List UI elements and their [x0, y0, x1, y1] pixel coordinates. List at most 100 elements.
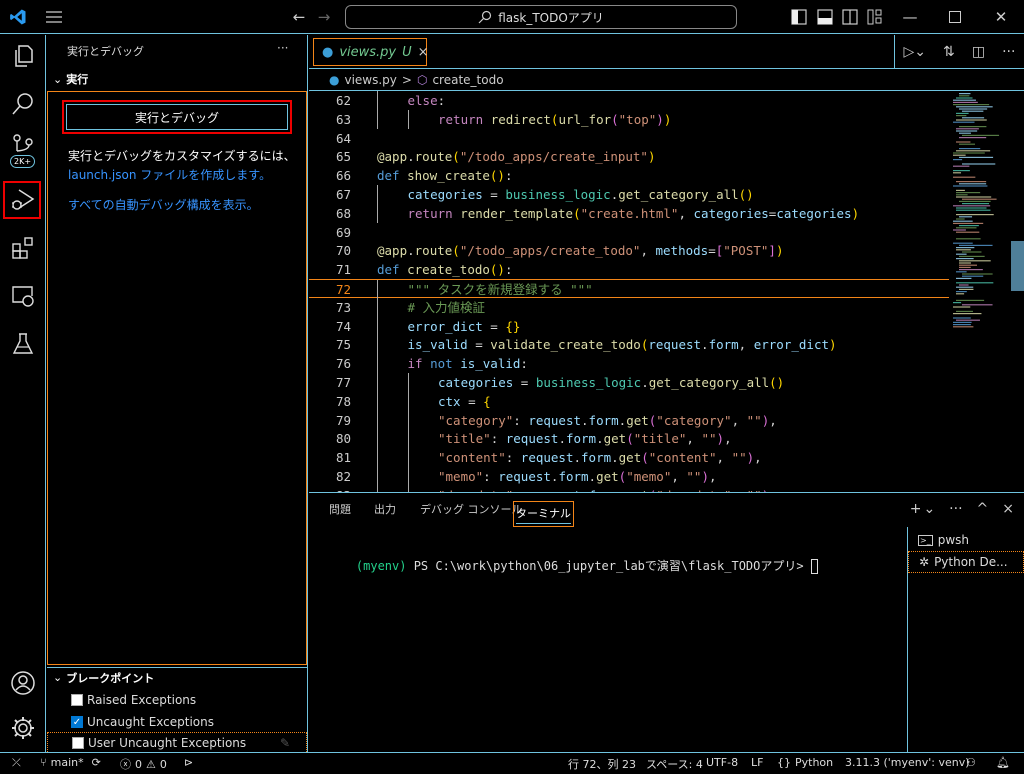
activity-extensions[interactable]	[4, 229, 42, 267]
forward-arrow-icon[interactable]: →	[314, 7, 334, 27]
breakpoint-user-uncaught-exceptions[interactable]: User Uncaught Exceptions ✎	[47, 732, 307, 754]
command-center-search[interactable]: flask_TODOアプリ	[345, 5, 737, 29]
code-line[interactable]: 69	[309, 223, 949, 242]
run-debug-sidebar: 実行とデバッグ ··· ⌄ 実行 実行とデバッグ 実行とデバッグをカスタマイズす…	[47, 35, 308, 754]
end-of-line[interactable]: LF	[751, 756, 763, 769]
more-actions-icon[interactable]: ···	[1002, 44, 1015, 60]
split-editor-icon[interactable]: ◫	[972, 44, 985, 60]
code-line[interactable]: 72 """ タスクを新規登録する """	[309, 279, 949, 299]
indent-guide	[377, 280, 378, 299]
code-line[interactable]: 64	[309, 129, 949, 148]
checkbox[interactable]	[71, 694, 83, 706]
run-and-debug-button[interactable]: 実行とデバッグ	[62, 100, 292, 134]
code-line[interactable]: 82 "memo": request.form.get("memo", ""),	[309, 467, 949, 486]
python-interpreter[interactable]: 3.11.3 ('myenv': venv)	[845, 756, 970, 769]
show-all-debug-configs-link[interactable]: すべての自動デバッグ構成を表示。	[68, 196, 259, 215]
checkbox-checked[interactable]: ✓	[71, 716, 83, 728]
notifications-icon[interactable]: 🔔︎	[996, 756, 1010, 769]
maximize-panel-icon[interactable]: ^	[977, 501, 989, 517]
code-line[interactable]: 78 ctx = {	[309, 391, 949, 411]
create-launch-json-link[interactable]: launch.json ファイルを作成します。	[68, 166, 271, 185]
checkbox[interactable]	[72, 737, 84, 749]
activity-search[interactable]	[4, 85, 42, 123]
minimap-line	[956, 106, 993, 108]
activity-remote-explorer[interactable]	[4, 277, 42, 315]
maximize-icon[interactable]	[945, 7, 965, 27]
tab-terminal[interactable]: ターミナル	[513, 501, 574, 527]
minimap[interactable]	[949, 91, 1011, 331]
minimap-line	[953, 170, 970, 172]
code-line[interactable]: 62 else:	[309, 91, 949, 110]
back-arrow-icon[interactable]: ←	[289, 7, 309, 27]
tab-debug-console[interactable]: デバッグ コンソール	[418, 501, 525, 527]
activity-explorer[interactable]	[4, 37, 42, 75]
code-line[interactable]: 74 error_dict = {}	[309, 316, 949, 336]
breakpoints-section-header[interactable]: ⌄ ブレークポイント	[47, 667, 307, 687]
code-line[interactable]: 75 is_valid = validate_create_todo(reques…	[309, 335, 949, 355]
close-window-icon[interactable]: ✕	[991, 7, 1011, 27]
tab-problems[interactable]: 問題	[327, 501, 353, 527]
activity-source-control[interactable]: 2K+	[4, 133, 42, 175]
toggle-secondary-sidebar-icon[interactable]	[840, 7, 860, 27]
terminal-item-python-debug[interactable]: ✲ Python De...	[908, 551, 1024, 573]
minimap-line	[956, 247, 975, 249]
debug-status[interactable]: ⊳	[184, 756, 193, 769]
cursor-position[interactable]: 行 72、列 23	[568, 756, 636, 772]
open-changes-icon[interactable]: ⇅	[943, 44, 955, 60]
code-line[interactable]: 63 return redirect(url_for("top"))	[309, 109, 949, 129]
close-panel-icon[interactable]: ×	[1002, 501, 1014, 517]
language-mode[interactable]: {} Python	[777, 756, 833, 769]
activity-run-debug[interactable]	[3, 181, 41, 219]
tab-close-icon[interactable]: ×	[418, 45, 429, 60]
code-line[interactable]: 73 # 入力値検証	[309, 297, 949, 317]
code-line[interactable]: 70 @app.route("/todo_apps/create_todo", m…	[309, 241, 949, 260]
code-line[interactable]: 77 categories = business_logic.get_catego…	[309, 373, 949, 392]
indent-guide	[377, 354, 378, 373]
toggle-sidebar-icon[interactable]	[789, 7, 809, 27]
code-line[interactable]: 68 return render_template("create.html", …	[309, 203, 949, 223]
breakpoint-raised-exceptions[interactable]: Raised Exceptions	[71, 689, 307, 711]
breakpoint-uncaught-exceptions[interactable]: ✓ Uncaught Exceptions	[71, 711, 307, 733]
more-actions-icon[interactable]: ···	[277, 41, 288, 55]
feedback-icon[interactable]: ⚇	[966, 756, 976, 769]
breadcrumb-file[interactable]: views.py	[344, 73, 396, 87]
minimap-line	[953, 121, 975, 123]
code-line[interactable]: 81 "content": request.form.get("content",…	[309, 448, 949, 467]
minimap-line	[956, 128, 979, 130]
activity-accounts[interactable]	[4, 664, 42, 702]
code-line[interactable]: 66 def show_create():	[309, 166, 949, 185]
code-line[interactable]: 76 if not is_valid:	[309, 354, 949, 373]
code-line[interactable]: 67 categories = business_logic.get_catego…	[309, 185, 949, 204]
activity-testing[interactable]	[4, 325, 42, 363]
menu-icon[interactable]	[44, 7, 64, 27]
code-line[interactable]: 71 def create_todo():	[309, 260, 949, 279]
run-python-file-icon[interactable]: ▷⌄	[904, 44, 927, 60]
problems-indicator[interactable]: ⓧ 0 ⚠ 0	[120, 756, 167, 772]
customize-layout-icon[interactable]	[865, 7, 885, 27]
new-terminal-icon[interactable]: +	[910, 501, 922, 517]
indent-guide	[407, 391, 409, 411]
code-editor[interactable]: 62 else: 63 return redirect(url_for("top"))…	[309, 91, 949, 492]
terminal-output[interactable]: (myenv) PS C:\work\python\06_jupyter_lab…	[327, 543, 818, 588]
indentation[interactable]: スペース: 4	[646, 756, 703, 772]
terminal-item-pwsh[interactable]: >_ pwsh	[908, 529, 1024, 551]
editor-scrollbar[interactable]	[1011, 91, 1024, 492]
git-branch[interactable]: ⑂ main* ⟳	[40, 756, 101, 769]
remote-indicator[interactable]: ⤫	[12, 756, 21, 770]
toggle-panel-icon[interactable]	[815, 7, 835, 27]
scrollbar-thumb[interactable]	[1011, 241, 1024, 291]
line-number: 79	[335, 412, 351, 428]
code-line[interactable]: 80 "title": request.form.get("title", "")…	[309, 429, 949, 449]
run-section-header[interactable]: ⌄ 実行	[47, 69, 307, 89]
code-line[interactable]: 65 @app.route("/todo_apps/create_input")	[309, 147, 949, 166]
encoding[interactable]: UTF-8	[706, 756, 738, 769]
activity-manage[interactable]	[4, 709, 42, 747]
more-actions-icon[interactable]: ···	[949, 501, 962, 517]
breadcrumb-symbol[interactable]: create_todo	[432, 73, 503, 87]
tab-views-py[interactable]: ● views.py U ×	[313, 38, 429, 66]
tab-output[interactable]: 出力	[372, 501, 398, 527]
minimize-icon[interactable]: —	[900, 7, 920, 27]
terminal-dropdown-icon[interactable]: ⌄	[923, 501, 935, 517]
edit-condition-icon[interactable]: ✎	[280, 736, 290, 750]
code-line[interactable]: 79 "category": request.form.get("category…	[309, 410, 949, 430]
